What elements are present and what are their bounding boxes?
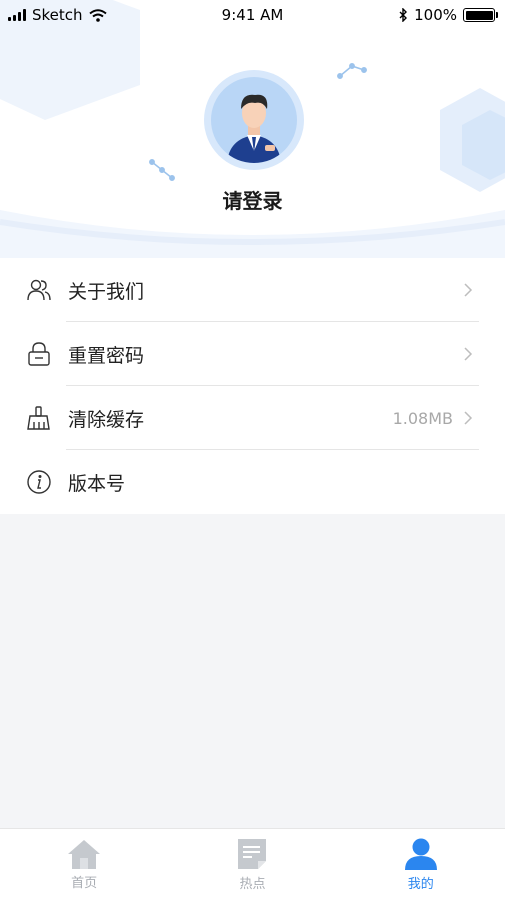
menu-item-about-us[interactable]: 关于我们 [0,258,505,322]
user-icon [404,838,437,870]
menu-item-version[interactable]: 版本号 [0,450,505,514]
info-icon [26,469,52,495]
menu-label: 清除缓存 [68,408,145,431]
login-prompt[interactable]: 请登录 [0,185,505,214]
users-icon [26,277,52,303]
tab-label: 首页 [71,876,98,891]
tab-mine[interactable]: 我的 [361,837,481,892]
tab-label: 我的 [407,877,434,892]
carrier-name: Sketch [32,6,83,24]
wifi-icon [88,8,107,22]
chevron-right-icon [464,347,473,361]
battery-icon [463,8,498,22]
home-icon [68,840,101,869]
status-bar: Sketch 9:41 AM 100% [0,0,505,30]
profile-header: 请登录 [0,0,505,258]
signal-icon [8,9,26,21]
menu-item-clear-cache[interactable]: 清除缓存 1.08MB [0,386,505,450]
settings-menu: 关于我们 重置密码 清除缓存 1.08MB 版本号 [0,258,505,514]
tab-hot[interactable]: 热点 [192,837,312,892]
battery-percent: 100% [414,6,457,24]
avatar-image [211,77,297,163]
tab-label: 热点 [239,877,266,892]
chevron-right-icon [464,411,473,425]
menu-label: 关于我们 [68,280,145,303]
tab-home[interactable]: 首页 [24,838,144,891]
document-icon [238,839,267,869]
avatar[interactable] [204,70,304,170]
lock-icon [26,341,52,367]
menu-item-reset-password[interactable]: 重置密码 [0,322,505,386]
bluetooth-icon [399,8,408,22]
menu-label: 重置密码 [68,344,145,367]
menu-label: 版本号 [68,472,126,495]
broom-icon [26,405,52,431]
tab-bar: 首页 热点 我的 [0,828,505,900]
status-time: 9:41 AM [221,6,284,24]
chevron-right-icon [464,283,473,297]
cache-size: 1.08MB [392,408,453,428]
